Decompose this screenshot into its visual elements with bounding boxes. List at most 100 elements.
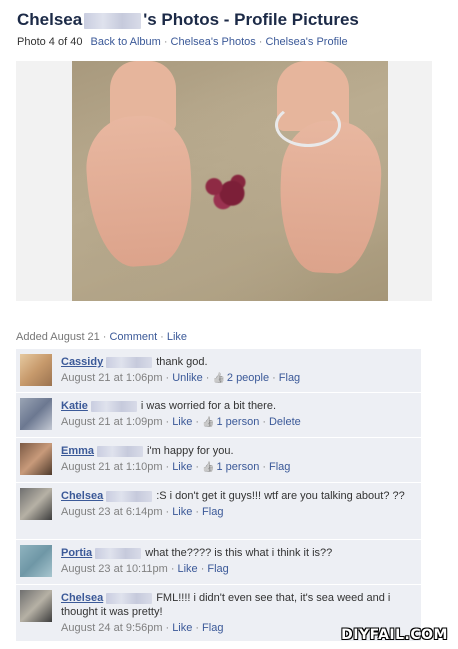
- thumbs-up-icon: 👍: [212, 373, 225, 384]
- likes-count-link[interactable]: 👍 1 person: [202, 461, 259, 473]
- avatar[interactable]: [20, 590, 52, 622]
- main-photo[interactable]: [72, 61, 388, 301]
- separator: ·: [195, 506, 200, 518]
- avatar[interactable]: [20, 398, 52, 430]
- like-link[interactable]: Like: [172, 461, 192, 473]
- comment-author-link[interactable]: Cassidy: [61, 356, 103, 368]
- blurred-last-name: [97, 445, 144, 457]
- comment-timestamp: August 21 at 1:10pm: [61, 461, 163, 473]
- comments-list: Cassidy thank god. August 21 at 1:06pm · Unl…: [16, 349, 421, 642]
- flag-link[interactable]: Flag: [269, 461, 290, 473]
- comment-item: Cassidy thank god. August 21 at 1:06pm · Unl…: [16, 349, 421, 393]
- separator: ·: [102, 331, 107, 343]
- comment-body: Emma i'm happy for you. August 21 at 1:10p…: [61, 444, 417, 475]
- comment-timestamp: August 21 at 1:09pm: [61, 416, 163, 428]
- likes-count: 2 people: [226, 372, 270, 384]
- comment-text: what the???? is this what i think it is?…: [145, 547, 333, 559]
- like-link[interactable]: Like: [172, 622, 192, 634]
- separator: ·: [163, 36, 168, 48]
- avatar[interactable]: [20, 443, 52, 475]
- comment-item: Portia what the???? is this what i think …: [16, 540, 421, 585]
- comment-author-link[interactable]: Portia: [61, 547, 92, 559]
- separator: ·: [165, 622, 170, 634]
- comment-author-link[interactable]: Chelsea: [61, 490, 103, 502]
- owner-photos-link[interactable]: Chelsea's Photos: [171, 36, 256, 48]
- avatar[interactable]: [20, 488, 52, 520]
- comment-author-link[interactable]: Emma: [61, 445, 94, 457]
- thumbs-up-icon: 👍: [202, 462, 215, 473]
- comment-body: Portia what the???? is this what i think …: [61, 546, 417, 576]
- comment-text: i was worried for a bit there.: [140, 400, 277, 412]
- comment-author-link[interactable]: Katie: [61, 400, 88, 412]
- likes-count-link[interactable]: 👍 1 person: [202, 416, 259, 428]
- avatar[interactable]: [20, 545, 52, 577]
- comment-text: thank god.: [156, 356, 208, 368]
- flag-link[interactable]: Flag: [207, 563, 228, 575]
- title-suffix: 's Photos - Profile Pictures: [143, 10, 359, 29]
- thumbs-up-icon: 👍: [202, 417, 215, 428]
- comment-timestamp: August 21 at 1:06pm: [61, 372, 163, 384]
- likes-count: 1 person: [216, 461, 260, 473]
- watermark: DIYFAIL.COM: [341, 627, 448, 643]
- separator: ·: [200, 563, 205, 575]
- blurred-last-name: [95, 547, 142, 559]
- photo-count: Photo 4 of 40: [17, 36, 83, 48]
- comment-meta: August 21 at 1:09pm · Like · 👍 1 person · Delet…: [61, 415, 417, 430]
- comment-item: Chelsea :S i don't get it guys!!! wtf are…: [16, 483, 421, 540]
- blurred-last-name: [106, 490, 153, 502]
- separator: ·: [170, 563, 175, 575]
- like-link[interactable]: Like: [178, 563, 198, 575]
- separator: ·: [205, 372, 210, 384]
- comment-timestamp: August 23 at 6:14pm: [61, 506, 163, 518]
- separator: ·: [160, 331, 164, 343]
- photo-meta: Added August 21 · Comment · Like: [16, 331, 187, 343]
- left-foot: [82, 112, 198, 270]
- like-link[interactable]: Like: [167, 331, 187, 343]
- separator: ·: [195, 416, 200, 428]
- unlike-link[interactable]: Unlike: [172, 372, 203, 384]
- comment-timestamp: August 23 at 10:11pm: [61, 563, 168, 575]
- comment-timestamp: August 24 at 9:56pm: [61, 622, 163, 634]
- comment-meta: August 21 at 1:10pm · Like · 👍 1 person · Flag: [61, 460, 417, 475]
- likes-count: 1 person: [216, 416, 260, 428]
- separator: ·: [165, 506, 170, 518]
- comment-body: Cassidy thank god. August 21 at 1:06pm · Unl…: [61, 355, 417, 386]
- comment-link[interactable]: Comment: [109, 331, 157, 343]
- like-link[interactable]: Like: [172, 506, 192, 518]
- flag-link[interactable]: Flag: [202, 622, 223, 634]
- flag-link[interactable]: Flag: [202, 506, 223, 518]
- likes-count-link[interactable]: 👍 2 people: [212, 372, 269, 384]
- blurred-last-name: [84, 12, 142, 29]
- avatar[interactable]: [20, 354, 52, 386]
- separator: ·: [258, 36, 263, 48]
- like-link[interactable]: Like: [172, 416, 192, 428]
- owner-profile-link[interactable]: Chelsea's Profile: [265, 36, 347, 48]
- blurred-last-name: [106, 356, 153, 368]
- comment-meta: August 23 at 6:14pm · Like · Flag: [61, 505, 417, 519]
- photo-stage: [16, 61, 432, 301]
- back-to-album-link[interactable]: Back to Album: [91, 36, 161, 48]
- separator: ·: [195, 461, 200, 473]
- owner-first-name: Chelsea: [17, 10, 83, 29]
- anklet: [275, 103, 341, 147]
- comment-author-link[interactable]: Chelsea: [61, 592, 103, 604]
- blurred-last-name: [106, 592, 153, 604]
- separator: ·: [165, 416, 170, 428]
- comment-meta: August 23 at 10:11pm · Like · Flag: [61, 562, 417, 576]
- separator: ·: [262, 461, 266, 473]
- blurred-last-name: [90, 400, 137, 412]
- comment-text: :S i don't get it guys!!! wtf are you ta…: [156, 490, 405, 502]
- separator: ·: [165, 372, 170, 384]
- delete-link[interactable]: Delete: [269, 416, 301, 428]
- separator: ·: [195, 622, 200, 634]
- comment-body: Katie i was worried for a bit there. Augus…: [61, 399, 417, 430]
- added-date: Added August 21: [16, 331, 100, 343]
- seaweed-spot: [196, 169, 256, 213]
- comment-text: i'm happy for you.: [147, 445, 234, 457]
- separator: ·: [165, 461, 170, 473]
- comment-item: Katie i was worried for a bit there. Augus…: [16, 393, 421, 438]
- photo-subnav: Photo 4 of 40 Back to Album · Chelsea's Ph…: [17, 36, 348, 48]
- flag-link[interactable]: Flag: [279, 372, 300, 384]
- separator: ·: [272, 372, 276, 384]
- comment-body: Chelsea :S i don't get it guys!!! wtf are…: [61, 489, 417, 519]
